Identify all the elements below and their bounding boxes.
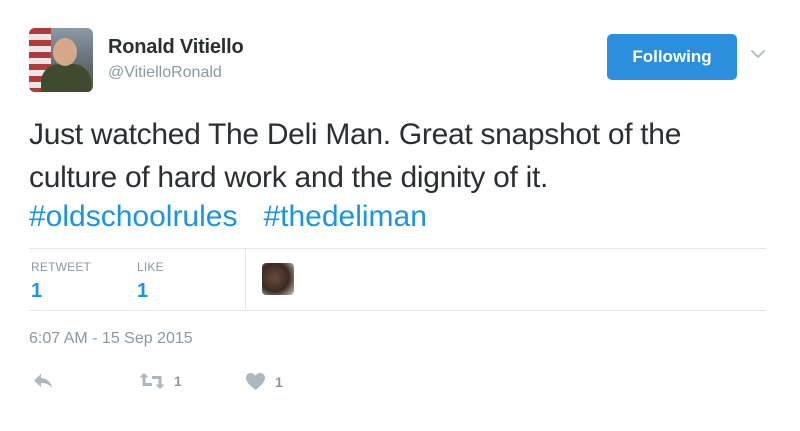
- like-stat-label[interactable]: LIKE: [137, 260, 164, 274]
- avatar-face: [53, 38, 77, 66]
- reply-icon: [34, 374, 52, 388]
- retweet-button[interactable]: 1: [139, 372, 182, 390]
- like-button[interactable]: 1: [245, 372, 283, 391]
- stats-divider-top: [29, 248, 766, 249]
- stats-divider-bottom: [29, 310, 766, 311]
- user-handle[interactable]: @VitielloRonald: [108, 64, 222, 82]
- heart-icon: [246, 373, 265, 390]
- retweet-icon: [139, 373, 165, 389]
- user-avatar[interactable]: [29, 28, 93, 92]
- retweet-stat-label[interactable]: RETWEET: [31, 260, 91, 274]
- tweet-text: Just watched The Deli Man. Great snapsho…: [29, 118, 682, 194]
- user-display-name[interactable]: Ronald Vitiello: [108, 36, 244, 59]
- like-stat-count[interactable]: 1: [137, 280, 148, 303]
- hashtag-link[interactable]: #thedeliman: [263, 200, 426, 233]
- chevron-down-icon[interactable]: [751, 49, 765, 59]
- tweet-timestamp[interactable]: 6:07 AM - 15 Sep 2015: [29, 330, 193, 348]
- following-button[interactable]: Following: [607, 34, 737, 80]
- tweet-hashtags: #oldschoolrules #thedeliman: [29, 199, 453, 235]
- stats-divider-vertical: [245, 249, 246, 310]
- liker-avatar[interactable]: [262, 263, 294, 295]
- reply-button[interactable]: [32, 372, 54, 390]
- avatar-uniform: [41, 64, 91, 92]
- hashtag-link[interactable]: #oldschoolrules: [29, 200, 237, 233]
- retweet-action-count: 1: [174, 373, 182, 389]
- like-action-count: 1: [275, 373, 283, 390]
- retweet-stat-count[interactable]: 1: [31, 280, 42, 303]
